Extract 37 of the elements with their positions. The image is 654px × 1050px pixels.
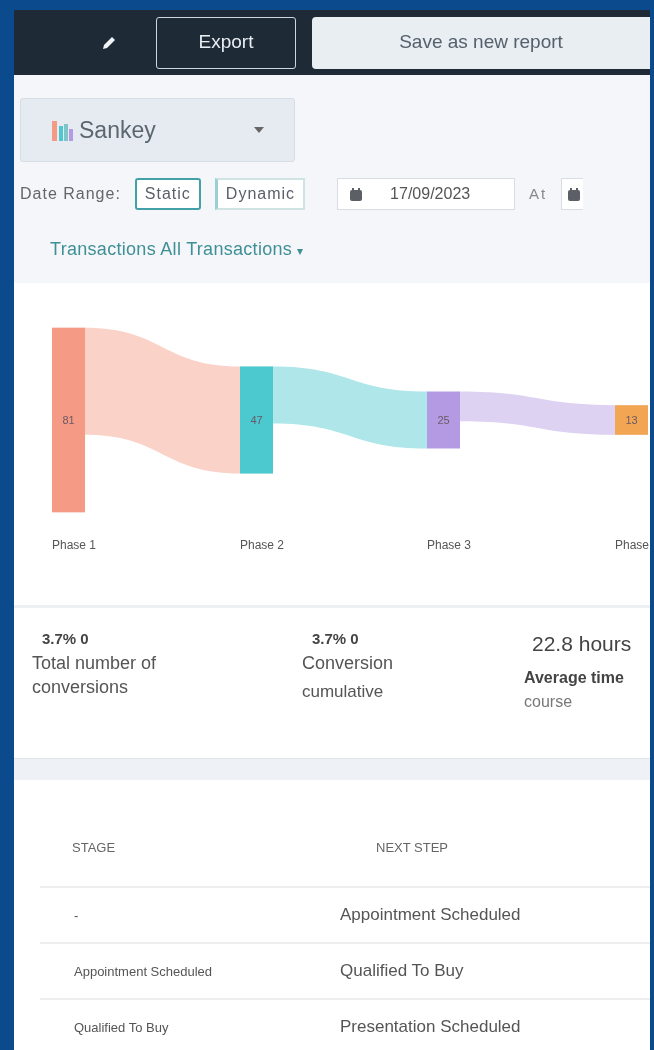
stat-value: 3.7% 0 (311, 629, 360, 649)
calendar-icon (350, 187, 363, 201)
table-cell: Appointment Scheduled (340, 904, 521, 924)
phase-label: Phase (615, 538, 650, 552)
chart-type-select[interactable]: Sankey (20, 98, 295, 162)
calendar-icon (568, 187, 581, 201)
node-value: 47 (250, 414, 263, 426)
stat-sublabel: cumulative (302, 680, 385, 703)
phase-label: Phase 1 (52, 538, 97, 552)
phase-label: Phase 3 (427, 538, 472, 552)
phase-label: Phase 2 (240, 538, 285, 552)
stat-label: Average time (524, 667, 625, 688)
stat-value: 3.7% 0 (41, 629, 90, 649)
save-report-button[interactable]: Save as new report (312, 16, 650, 69)
stat-sublabel: course (524, 691, 574, 712)
table-cell: Qualified To Buy (74, 1019, 169, 1035)
table-cell: Presentation Scheduled (340, 1016, 521, 1036)
table-cell: - (74, 907, 79, 923)
transactions-filter-link[interactable]: Transactions All Transactions ▾ (50, 239, 304, 259)
table-cell: Qualified To Buy (340, 960, 464, 980)
at-label: At (529, 183, 548, 204)
date-field[interactable] (561, 178, 584, 210)
stat-label: Total number of conversions (32, 651, 158, 699)
column-header: STAGE (71, 839, 117, 857)
date-mode-toggle[interactable]: Dynamic (214, 178, 306, 210)
node-value: 25 (437, 414, 450, 426)
table-cell: Appointment Scheduled (74, 963, 213, 979)
node-value: 13 (625, 414, 638, 426)
date-field[interactable]: 17/09/2023 (337, 178, 516, 210)
stat-value: 22.8 hours (531, 631, 633, 657)
date-range-label: Date Range: (20, 184, 121, 204)
stat-label: Conversion (302, 651, 395, 675)
column-header: NEXT STEP (375, 839, 448, 857)
caret-icon (254, 127, 264, 133)
date-mode-toggle[interactable]: Static (134, 178, 201, 210)
node-value: 81 (62, 414, 75, 426)
export-button[interactable]: Export (156, 16, 296, 69)
